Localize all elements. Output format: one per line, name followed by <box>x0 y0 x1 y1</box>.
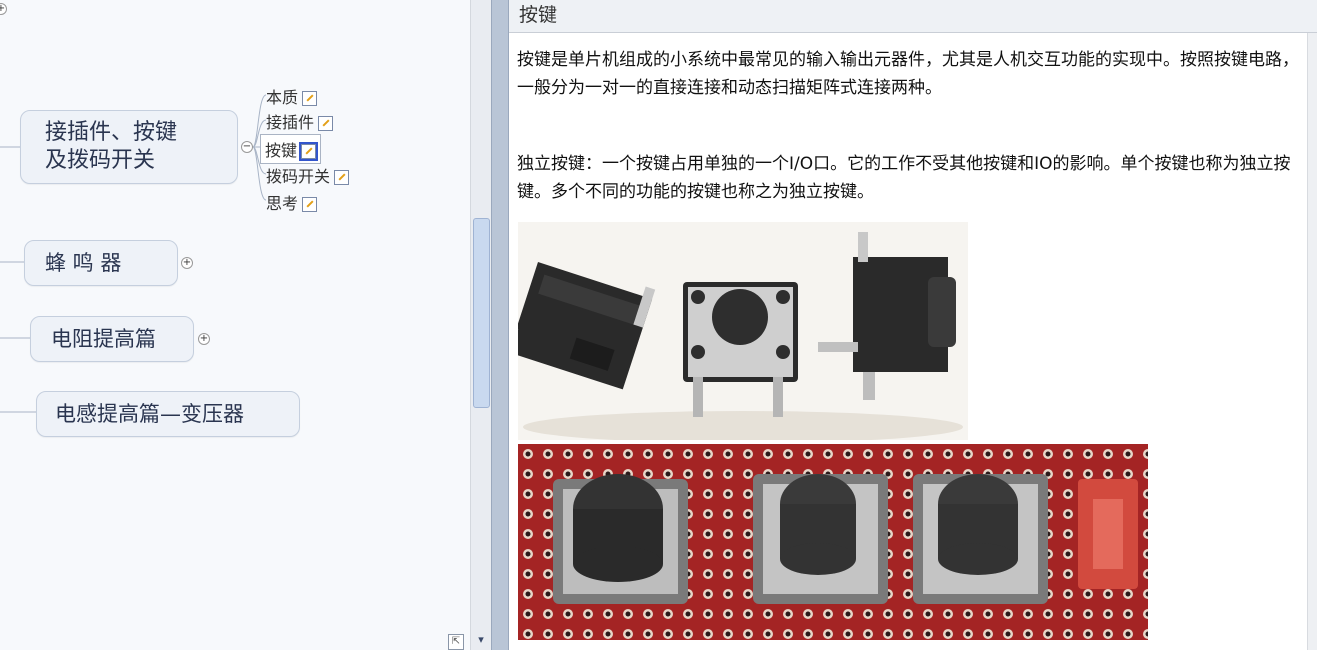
note-icon[interactable] <box>318 116 334 131</box>
notes-vertical-scrollbar[interactable] <box>1307 33 1317 650</box>
node-label: 蜂 鸣 器 <box>45 251 122 275</box>
node-label: 电感提高篇—变压器 <box>55 402 244 426</box>
notes-title: 按键 <box>509 0 1317 33</box>
expand-toggle-resistor[interactable]: + <box>198 333 210 345</box>
notes-paragraph-2: 独立按键：一个按键占用单独的一个I/O口。它的工作不受其他按键和IO的影响。单个… <box>517 154 1291 202</box>
collapse-toggle-main[interactable]: − <box>241 141 253 153</box>
scrollbar-thumb[interactable] <box>473 218 490 408</box>
node-inductor-transformer[interactable]: 电感提高篇—变压器 <box>36 391 300 437</box>
node-buzzer[interactable]: 蜂 鸣 器 <box>24 240 178 286</box>
node-resistor-advanced[interactable]: 电阻提高篇 <box>30 316 194 362</box>
main-topic-line1: 接插件、按键 <box>45 120 178 145</box>
subtopic-benzhi[interactable]: 本质 <box>266 84 318 108</box>
main-topic-line2: 及拨码开关 <box>45 148 156 173</box>
subtopic-label: 接插件 <box>266 113 315 132</box>
resize-corner-icon[interactable]: ⇱ <box>448 634 464 650</box>
notes-body[interactable]: 按键是单片机组成的小系统中最常见的输入输出元器件，尤其是人机交互功能的实现中。按… <box>517 46 1307 206</box>
subtopic-label: 按键 <box>265 141 298 160</box>
note-icon[interactable] <box>302 197 318 212</box>
subtopic-label: 拨码开关 <box>266 167 331 186</box>
subtopic-sikao[interactable]: 思考 <box>266 190 318 214</box>
node-label: 电阻提高篇 <box>51 327 156 351</box>
subtopic-bomakaiguan[interactable]: 拨码开关 <box>266 163 350 187</box>
main-topic-node[interactable]: 接插件、按键 及拨码开关 <box>20 110 238 184</box>
expand-toggle-buzzer[interactable]: + <box>181 257 193 269</box>
subtopic-anjian-selected[interactable]: 按键 <box>260 134 322 164</box>
subtopic-jiechajian[interactable]: 接插件 <box>266 109 334 133</box>
perfboard-buttons-photo <box>518 444 1148 640</box>
subtopic-label: 本质 <box>266 88 299 107</box>
panel-splitter[interactable] <box>491 0 509 650</box>
note-icon[interactable] <box>302 91 318 106</box>
subtopic-label: 思考 <box>266 194 299 213</box>
notes-paragraph-1: 按键是单片机组成的小系统中最常见的输入输出元器件，尤其是人机交互功能的实现中。按… <box>517 50 1299 98</box>
tactile-switch-photo <box>518 222 968 440</box>
mind-map-vertical-scrollbar[interactable]: ▾ <box>470 0 491 650</box>
notes-panel: 按键 按键是单片机组成的小系统中最常见的输入输出元器件，尤其是人机交互功能的实现… <box>509 0 1317 650</box>
note-icon[interactable] <box>334 170 350 185</box>
scroll-down-icon[interactable]: ▾ <box>474 633 488 647</box>
note-icon[interactable] <box>299 142 319 161</box>
mind-map-canvas[interactable]: + 接插件、按键 及拨码开关 − 本质 接插件 按键 拨码开关 思考 蜂 鸣 器… <box>0 0 470 650</box>
